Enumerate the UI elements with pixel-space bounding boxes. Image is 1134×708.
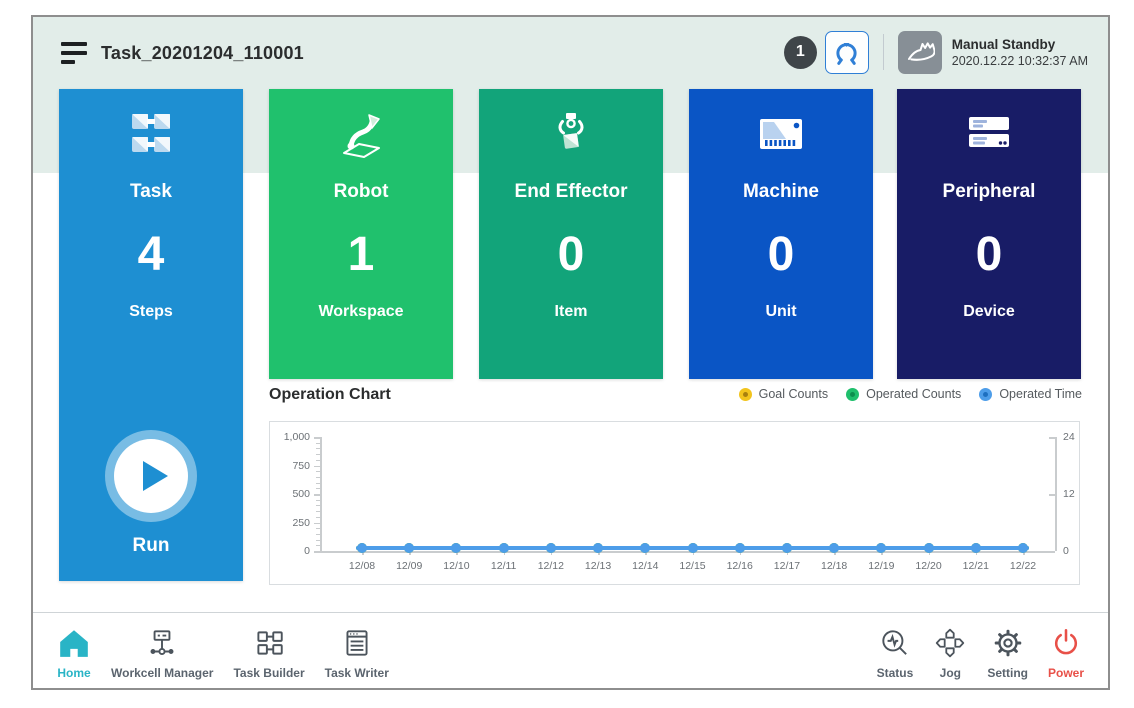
robot-arm-icon [269, 109, 453, 159]
home-icon [57, 622, 91, 660]
legend-operated-time[interactable]: Operated Time [979, 387, 1082, 401]
nav-group-left: Home Workcell Manager [47, 618, 399, 684]
robot-mode-label: Manual Standby [952, 37, 1088, 52]
card-robot[interactable]: Robot 1 Workspace [269, 89, 453, 379]
legend-goal-counts[interactable]: Goal Counts [739, 387, 828, 401]
power-icon [1048, 622, 1084, 660]
card-title: Peripheral [897, 181, 1081, 203]
nav-setting[interactable]: Setting [977, 618, 1038, 684]
play-icon [143, 461, 168, 491]
peripheral-devices-icon [897, 109, 1081, 159]
card-value: 0 [689, 229, 873, 281]
menu-button[interactable] [61, 42, 87, 64]
gripper-button[interactable] [825, 31, 869, 74]
card-unit: Item [479, 303, 663, 321]
card-unit: Unit [689, 303, 873, 321]
run-area: Run [59, 439, 243, 557]
nav-jog[interactable]: Jog [923, 618, 977, 684]
goal-counts-dot-icon [739, 388, 752, 401]
gear-icon [987, 622, 1028, 660]
card-value: 4 [59, 229, 243, 281]
card-unit: Device [897, 303, 1081, 321]
task-writer-icon [325, 622, 389, 660]
card-task[interactable]: Task 4 Steps Run [59, 89, 243, 581]
card-value: 0 [897, 229, 1081, 281]
task-title: Task_20201204_110001 [101, 43, 304, 64]
legend-label: Operated Time [999, 387, 1082, 401]
card-title: Robot [269, 181, 453, 203]
nav-status[interactable]: Status [867, 618, 924, 684]
legend-label: Operated Counts [866, 387, 961, 401]
legend-label: Goal Counts [759, 387, 828, 401]
task-blocks-icon [59, 109, 243, 159]
legend-operated-counts[interactable]: Operated Counts [846, 387, 961, 401]
card-unit: Workspace [269, 303, 453, 321]
run-label: Run [59, 535, 243, 557]
app-window: Task_20201204_110001 1 Manual Standby 20… [31, 15, 1110, 690]
status-monitor-icon [877, 622, 914, 660]
card-value: 0 [479, 229, 663, 281]
run-button[interactable] [114, 439, 188, 513]
robot-state: Manual Standby 2020.12.22 10:32:37 AM [952, 37, 1088, 68]
card-title: Task [59, 181, 243, 203]
nav-task-writer[interactable]: Task Writer [315, 618, 399, 684]
card-title: Machine [689, 181, 873, 203]
machine-icon [689, 109, 873, 159]
hand-icon [905, 37, 935, 67]
chart-legend: Goal Counts Operated Counts Operated Tim… [739, 387, 1082, 401]
hamburger-icon [61, 42, 87, 46]
chart-title: Operation Chart [269, 386, 391, 404]
header-divider [883, 34, 884, 70]
operated-counts-dot-icon [846, 388, 859, 401]
task-builder-icon [233, 622, 304, 660]
nav-task-builder[interactable]: Task Builder [223, 618, 314, 684]
operation-chart: 1,00075050025002412012/0812/0912/1012/11… [269, 421, 1080, 585]
header-right-cluster: 1 Manual Standby 2020.12.22 10:32:37 AM [784, 28, 1088, 76]
operated-time-dot-icon [979, 388, 992, 401]
card-title: End Effector [479, 181, 663, 203]
card-peripheral[interactable]: Peripheral 0 Device [897, 89, 1081, 379]
card-machine[interactable]: Machine 0 Unit [689, 89, 873, 379]
bottom-nav: Home Workcell Manager [33, 613, 1108, 688]
end-effector-icon [479, 109, 663, 159]
nav-power[interactable]: Power [1038, 618, 1094, 684]
gripper-icon [833, 39, 860, 66]
chart-plot: 1,00075050025002412012/0812/0912/1012/11… [270, 422, 1079, 584]
nav-group-right: Status Jog [867, 618, 1094, 684]
nav-home[interactable]: Home [47, 618, 101, 684]
timestamp: 2020.12.22 10:32:37 AM [952, 54, 1088, 68]
jog-dpad-icon [933, 622, 967, 660]
card-end-effector[interactable]: End Effector 0 Item [479, 89, 663, 379]
manual-mode-button[interactable] [898, 31, 942, 74]
nav-workcell-manager[interactable]: Workcell Manager [101, 618, 223, 684]
workcell-manager-icon [111, 622, 213, 660]
card-value: 1 [269, 229, 453, 281]
notification-badge[interactable]: 1 [784, 36, 817, 69]
card-unit: Steps [59, 303, 243, 321]
